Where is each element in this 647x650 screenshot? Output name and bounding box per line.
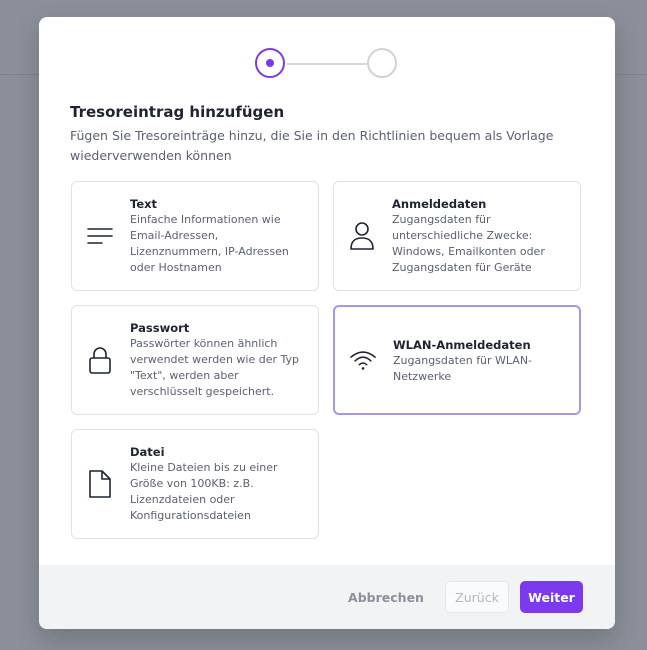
text-lines-icon [86, 182, 114, 290]
stepper [255, 48, 399, 82]
back-button[interactable]: Zurück [445, 581, 509, 613]
next-button[interactable]: Weiter [520, 581, 583, 613]
card-description: Einfache Informationen wie Email-Adresse… [130, 213, 289, 274]
card-title: Anmeldedaten [392, 197, 487, 211]
lock-icon [86, 306, 114, 414]
file-icon [86, 430, 114, 538]
card-title: Text [130, 197, 158, 211]
card-description: Zugangsdaten für WLAN-Netzwerke [393, 354, 533, 383]
dialog-title: Tresoreintrag hinzufügen [70, 103, 285, 121]
card-title: WLAN-Anmeldedaten [393, 338, 531, 352]
user-icon [348, 182, 376, 290]
card-description: Passwörter können ähnlich verwendet werd… [130, 337, 299, 398]
card-description: Zugangsdaten für unterschiedliche Zwecke… [392, 213, 545, 274]
wifi-icon [349, 307, 377, 413]
step-connector [287, 63, 367, 65]
card-text[interactable]: Text Einfache Informationen wie Email-Ad… [71, 181, 319, 291]
dialog-footer: Abbrechen Zurück Weiter [39, 565, 615, 629]
card-title: Datei [130, 445, 165, 459]
add-vault-entry-dialog: Tresoreintrag hinzufügen Fügen Sie Treso… [39, 17, 615, 629]
card-credentials[interactable]: Anmeldedaten Zugangsdaten für unterschie… [333, 181, 581, 291]
card-description: Kleine Dateien bis zu einer Größe von 10… [130, 461, 278, 522]
dialog-subtitle: Fügen Sie Tresoreinträge hinzu, die Sie … [70, 128, 554, 163]
card-wifi-credentials[interactable]: WLAN-Anmeldedaten Zugangsdaten für WLAN-… [333, 305, 581, 415]
card-file[interactable]: Datei Kleine Dateien bis zu einer Größe … [71, 429, 319, 539]
card-title: Passwort [130, 321, 190, 335]
cancel-button[interactable]: Abbrechen [341, 581, 431, 613]
step-1-indicator [255, 48, 285, 78]
step-2-indicator [367, 48, 397, 78]
card-password[interactable]: Passwort Passwörter können ähnlich verwe… [71, 305, 319, 415]
